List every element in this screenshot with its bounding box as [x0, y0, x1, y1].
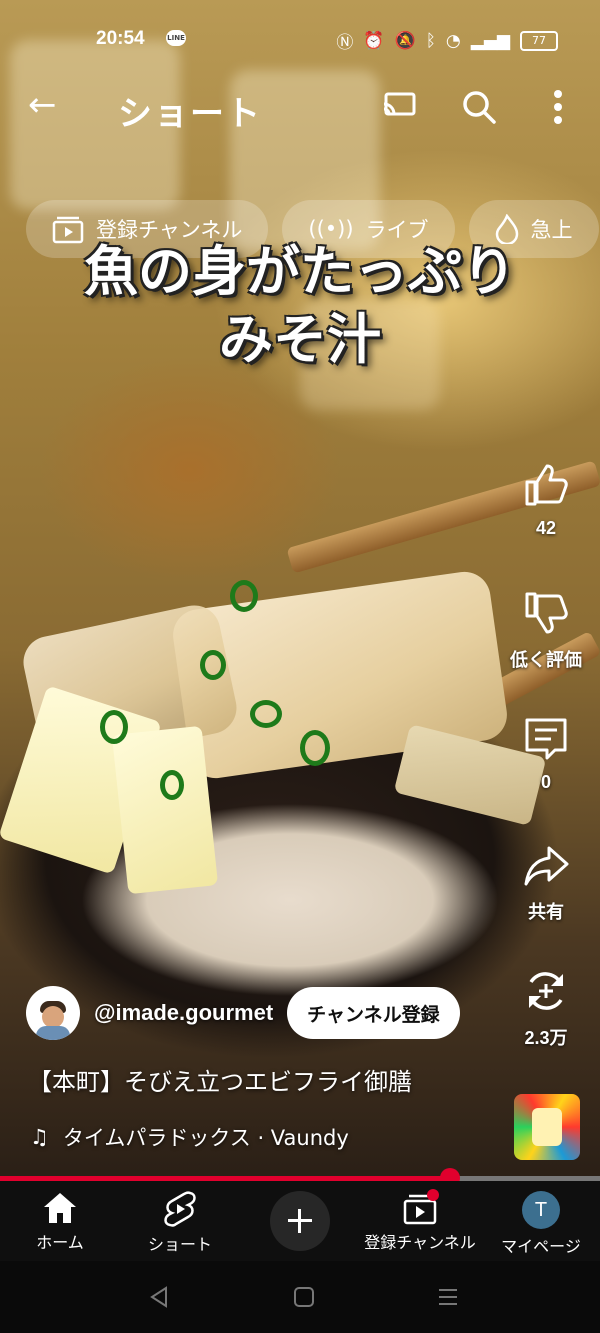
share-button[interactable]: 共有 — [506, 842, 586, 924]
back-arrow-icon[interactable]: ← — [28, 88, 57, 122]
search-icon[interactable] — [462, 90, 496, 124]
more-vert-icon[interactable] — [548, 88, 568, 126]
subscribe-button[interactable]: チャンネル登録 — [287, 987, 460, 1039]
notification-dot — [427, 1189, 439, 1201]
nav-home[interactable]: ホーム — [20, 1181, 100, 1261]
line-app-icon: LINE — [166, 30, 186, 46]
caption-line: みそ汁 — [219, 308, 381, 371]
alarm-icon: ⏰ — [363, 30, 385, 51]
system-navigation-bar — [0, 1261, 600, 1333]
video-title[interactable]: 【本町】そびえ立つエビフライ御膳 — [28, 1062, 412, 1097]
nav-label: ショート — [147, 1237, 212, 1254]
comment-count: 0 — [540, 772, 551, 792]
remix-count: 2.3万 — [524, 1028, 568, 1048]
green-onion — [160, 770, 184, 800]
status-icons: Ⓝ ⏰ 🔕 ᛒ ◔ ▂▄▆ 77 — [336, 28, 558, 53]
avatar-face — [42, 1006, 64, 1028]
green-onion — [250, 700, 282, 728]
music-note-icon: ♫ — [30, 1125, 49, 1149]
comment-button[interactable]: 0 — [506, 716, 586, 793]
battery-indicator: 77 — [520, 30, 558, 51]
nav-you[interactable]: T マイページ — [496, 1181, 586, 1261]
mute-icon: 🔕 — [394, 30, 416, 51]
video-caption-overlay: 魚の身がたっぷり みそ汁 — [0, 238, 600, 374]
page-title: ショート — [118, 94, 262, 134]
thumbs-down-icon — [525, 592, 568, 634]
channel-handle[interactable]: @imade.gourmet — [94, 1000, 273, 1026]
wifi-icon: ◔ — [445, 30, 461, 51]
nav-label: 登録チャンネル — [364, 1235, 476, 1252]
nav-shorts[interactable]: ショート — [140, 1181, 220, 1261]
home-icon — [44, 1193, 76, 1223]
shorts-icon — [164, 1191, 196, 1227]
user-avatar: T — [522, 1191, 560, 1229]
system-recents-icon[interactable] — [436, 1285, 460, 1309]
dislike-label: 低く評価 — [510, 650, 582, 670]
like-button[interactable]: 42 — [506, 462, 586, 539]
green-onion — [230, 580, 258, 612]
like-count: 42 — [535, 518, 557, 538]
nfc-icon: Ⓝ — [336, 33, 354, 53]
caption-line: 魚の身がたっぷり — [84, 240, 516, 303]
share-icon — [524, 846, 569, 886]
green-onion — [200, 650, 226, 680]
green-onion — [300, 730, 330, 766]
bluetooth-icon: ᛒ — [425, 30, 436, 51]
bottom-navigation: ホーム ショート 登録チャンネル T マイページ — [0, 1181, 600, 1261]
nav-label: ホーム — [36, 1235, 84, 1252]
avatar-body — [36, 1026, 70, 1040]
status-time: 20:54 — [96, 28, 145, 49]
comment-icon — [525, 718, 567, 760]
system-home-icon[interactable] — [292, 1285, 316, 1309]
thumbs-up-icon — [525, 464, 568, 506]
nav-subscriptions[interactable]: 登録チャンネル — [355, 1181, 485, 1261]
channel-row: @imade.gourmet チャンネル登録 — [26, 986, 460, 1040]
green-onion — [100, 710, 128, 744]
channel-avatar[interactable] — [26, 986, 80, 1040]
create-button[interactable] — [270, 1191, 330, 1251]
sound-album-art[interactable] — [514, 1094, 580, 1160]
dislike-button[interactable]: 低く評価 — [506, 590, 586, 672]
cast-icon[interactable] — [382, 92, 416, 118]
status-bar: 20:54 LINE Ⓝ ⏰ 🔕 ᛒ ◔ ▂▄▆ 77 — [0, 26, 600, 56]
system-back-icon[interactable] — [148, 1285, 172, 1309]
top-app-bar: ← ショート — [0, 82, 600, 134]
music-info[interactable]: ♫ タイムパラドックス · Vaundy — [30, 1122, 349, 1152]
share-label: 共有 — [528, 902, 564, 922]
remix-icon — [529, 972, 563, 1010]
music-label: タイムパラドックス · Vaundy — [62, 1126, 349, 1150]
nav-label: マイページ — [501, 1239, 581, 1256]
remix-button[interactable]: 2.3万 — [506, 968, 586, 1050]
signal-icon: ▂▄▆ — [470, 30, 510, 51]
radish-piece — [111, 725, 219, 895]
